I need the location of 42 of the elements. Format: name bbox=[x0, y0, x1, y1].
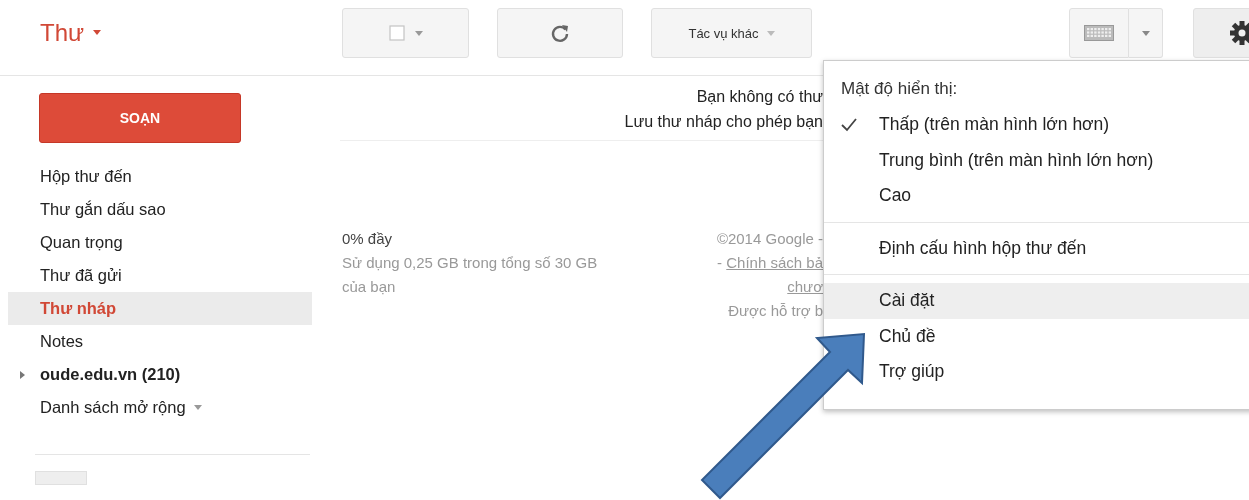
menu-item[interactable]: Trợ giúp bbox=[879, 361, 945, 383]
keyboard-icon bbox=[1084, 25, 1114, 41]
compose-button[interactable]: SOẠN bbox=[39, 93, 241, 143]
menu-item[interactable]: Định cấu hình hộp thư đến bbox=[879, 237, 1087, 259]
menu-heading: Mật độ hiển thị: bbox=[840, 78, 959, 100]
menu-item[interactable]: Cài đặt bbox=[824, 283, 1249, 319]
refresh-icon bbox=[550, 23, 570, 43]
caret-icon bbox=[414, 30, 423, 36]
sidebar-item[interactable]: Danh sách mở rộng bbox=[40, 398, 186, 417]
caret-icon bbox=[193, 405, 202, 410]
hangouts-tab[interactable] bbox=[35, 471, 87, 485]
menu-item[interactable]: Trung bình (trên màn hình lớn hơn) bbox=[879, 149, 1154, 171]
footer-text: ©2014 Google - bbox=[715, 229, 823, 249]
sidebar-item[interactable]: Quan trọng bbox=[40, 233, 123, 252]
more-actions-button[interactable]: Tác vụ khác bbox=[651, 8, 812, 58]
sidebar-item[interactable]: Thư đã gửi bbox=[40, 266, 122, 285]
checkbox-icon bbox=[388, 25, 405, 41]
expand-arrow-icon[interactable] bbox=[20, 371, 26, 379]
sidebar-item[interactable]: Thư nháp bbox=[8, 292, 312, 325]
empty-message-text: Lưu thư nháp cho phép bạn bbox=[623, 112, 823, 132]
input-tools-dropdown[interactable] bbox=[1129, 8, 1163, 58]
settings-button[interactable] bbox=[1193, 8, 1249, 58]
refresh-button[interactable] bbox=[497, 8, 623, 58]
caret-icon bbox=[766, 30, 775, 36]
footer-text: Được hỗ trợ b bbox=[727, 301, 823, 321]
sidebar-item[interactable]: oude.edu.vn (210) bbox=[40, 365, 181, 384]
sidebar-item[interactable]: Hộp thư đến bbox=[40, 167, 132, 186]
select-button[interactable] bbox=[342, 8, 469, 58]
menu-item[interactable]: Chủ đề bbox=[879, 325, 936, 347]
app-title[interactable]: Thư bbox=[40, 18, 85, 47]
storage-detail-text: Sử dụng 0,25 GB trong tổng số 30 GB của bạn bbox=[342, 253, 599, 297]
sidebar-item[interactable]: Notes bbox=[40, 332, 84, 351]
storage-usage-text: 0% đầy bbox=[342, 229, 394, 249]
sidebar-item[interactable]: Thư gắn dấu sao bbox=[40, 200, 166, 219]
caret-icon bbox=[1141, 30, 1150, 36]
keyboard-button[interactable] bbox=[1069, 8, 1129, 58]
settings-icon bbox=[1228, 19, 1249, 47]
menu-item[interactable]: Cao bbox=[879, 185, 912, 207]
footer-text: - bbox=[717, 254, 724, 271]
menu-item[interactable]: Thấp (trên màn hình lớn hơn) bbox=[879, 114, 1110, 136]
empty-message-text: Bạn không có thư bbox=[695, 87, 823, 107]
caret-icon bbox=[93, 30, 102, 35]
